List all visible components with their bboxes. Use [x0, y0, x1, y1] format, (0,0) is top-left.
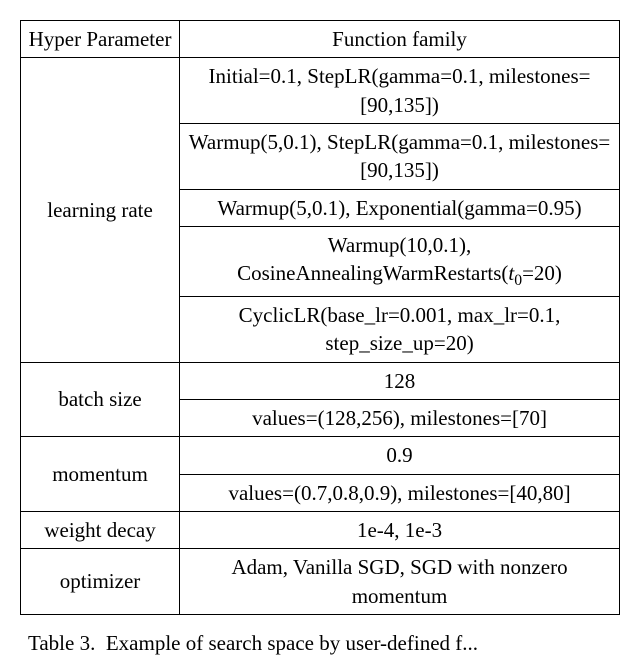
param-momentum: momentum — [21, 437, 180, 512]
table-row: weight decay 1e-4, 1e-3 — [21, 511, 620, 548]
cell-value: Initial=0.1, StepLR(gamma=0.1, milestone… — [180, 58, 620, 124]
table-row: optimizer Adam, Vanilla SGD, SGD with no… — [21, 549, 620, 615]
cell-value: Warmup(10,0.1), CosineAnnealingWarmResta… — [180, 227, 620, 297]
param-optimizer: optimizer — [21, 549, 180, 615]
cell-value: values=(128,256), milestones=[70] — [180, 399, 620, 436]
table-row: momentum 0.9 — [21, 437, 620, 474]
caption-prefix: Table 3. — [28, 631, 95, 655]
table-caption: Table 3. Example of search space by user… — [20, 629, 620, 657]
cell-value: Warmup(5,0.1), Exponential(gamma=0.95) — [180, 189, 620, 226]
header-param: Hyper Parameter — [21, 21, 180, 58]
cell-value: Adam, Vanilla SGD, SGD with nonzero mome… — [180, 549, 620, 615]
table-row: learning rate Initial=0.1, StepLR(gamma=… — [21, 58, 620, 124]
cell-value: Warmup(5,0.1), StepLR(gamma=0.1, milesto… — [180, 124, 620, 190]
table-header-row: Hyper Parameter Function family — [21, 21, 620, 58]
param-batch-size: batch size — [21, 362, 180, 437]
param-weight-decay: weight decay — [21, 511, 180, 548]
cell-value: 128 — [180, 362, 620, 399]
cell-value: 1e-4, 1e-3 — [180, 511, 620, 548]
cell-value: values=(0.7,0.8,0.9), milestones=[40,80] — [180, 474, 620, 511]
cell-value: CyclicLR(base_lr=0.001, max_lr=0.1, step… — [180, 296, 620, 362]
param-learning-rate: learning rate — [21, 58, 180, 362]
caption-text: Example of search space by user-defined … — [106, 631, 478, 655]
table-row: batch size 128 — [21, 362, 620, 399]
cell-value: 0.9 — [180, 437, 620, 474]
header-func: Function family — [180, 21, 620, 58]
hyperparameter-table: Hyper Parameter Function family learning… — [20, 20, 620, 615]
